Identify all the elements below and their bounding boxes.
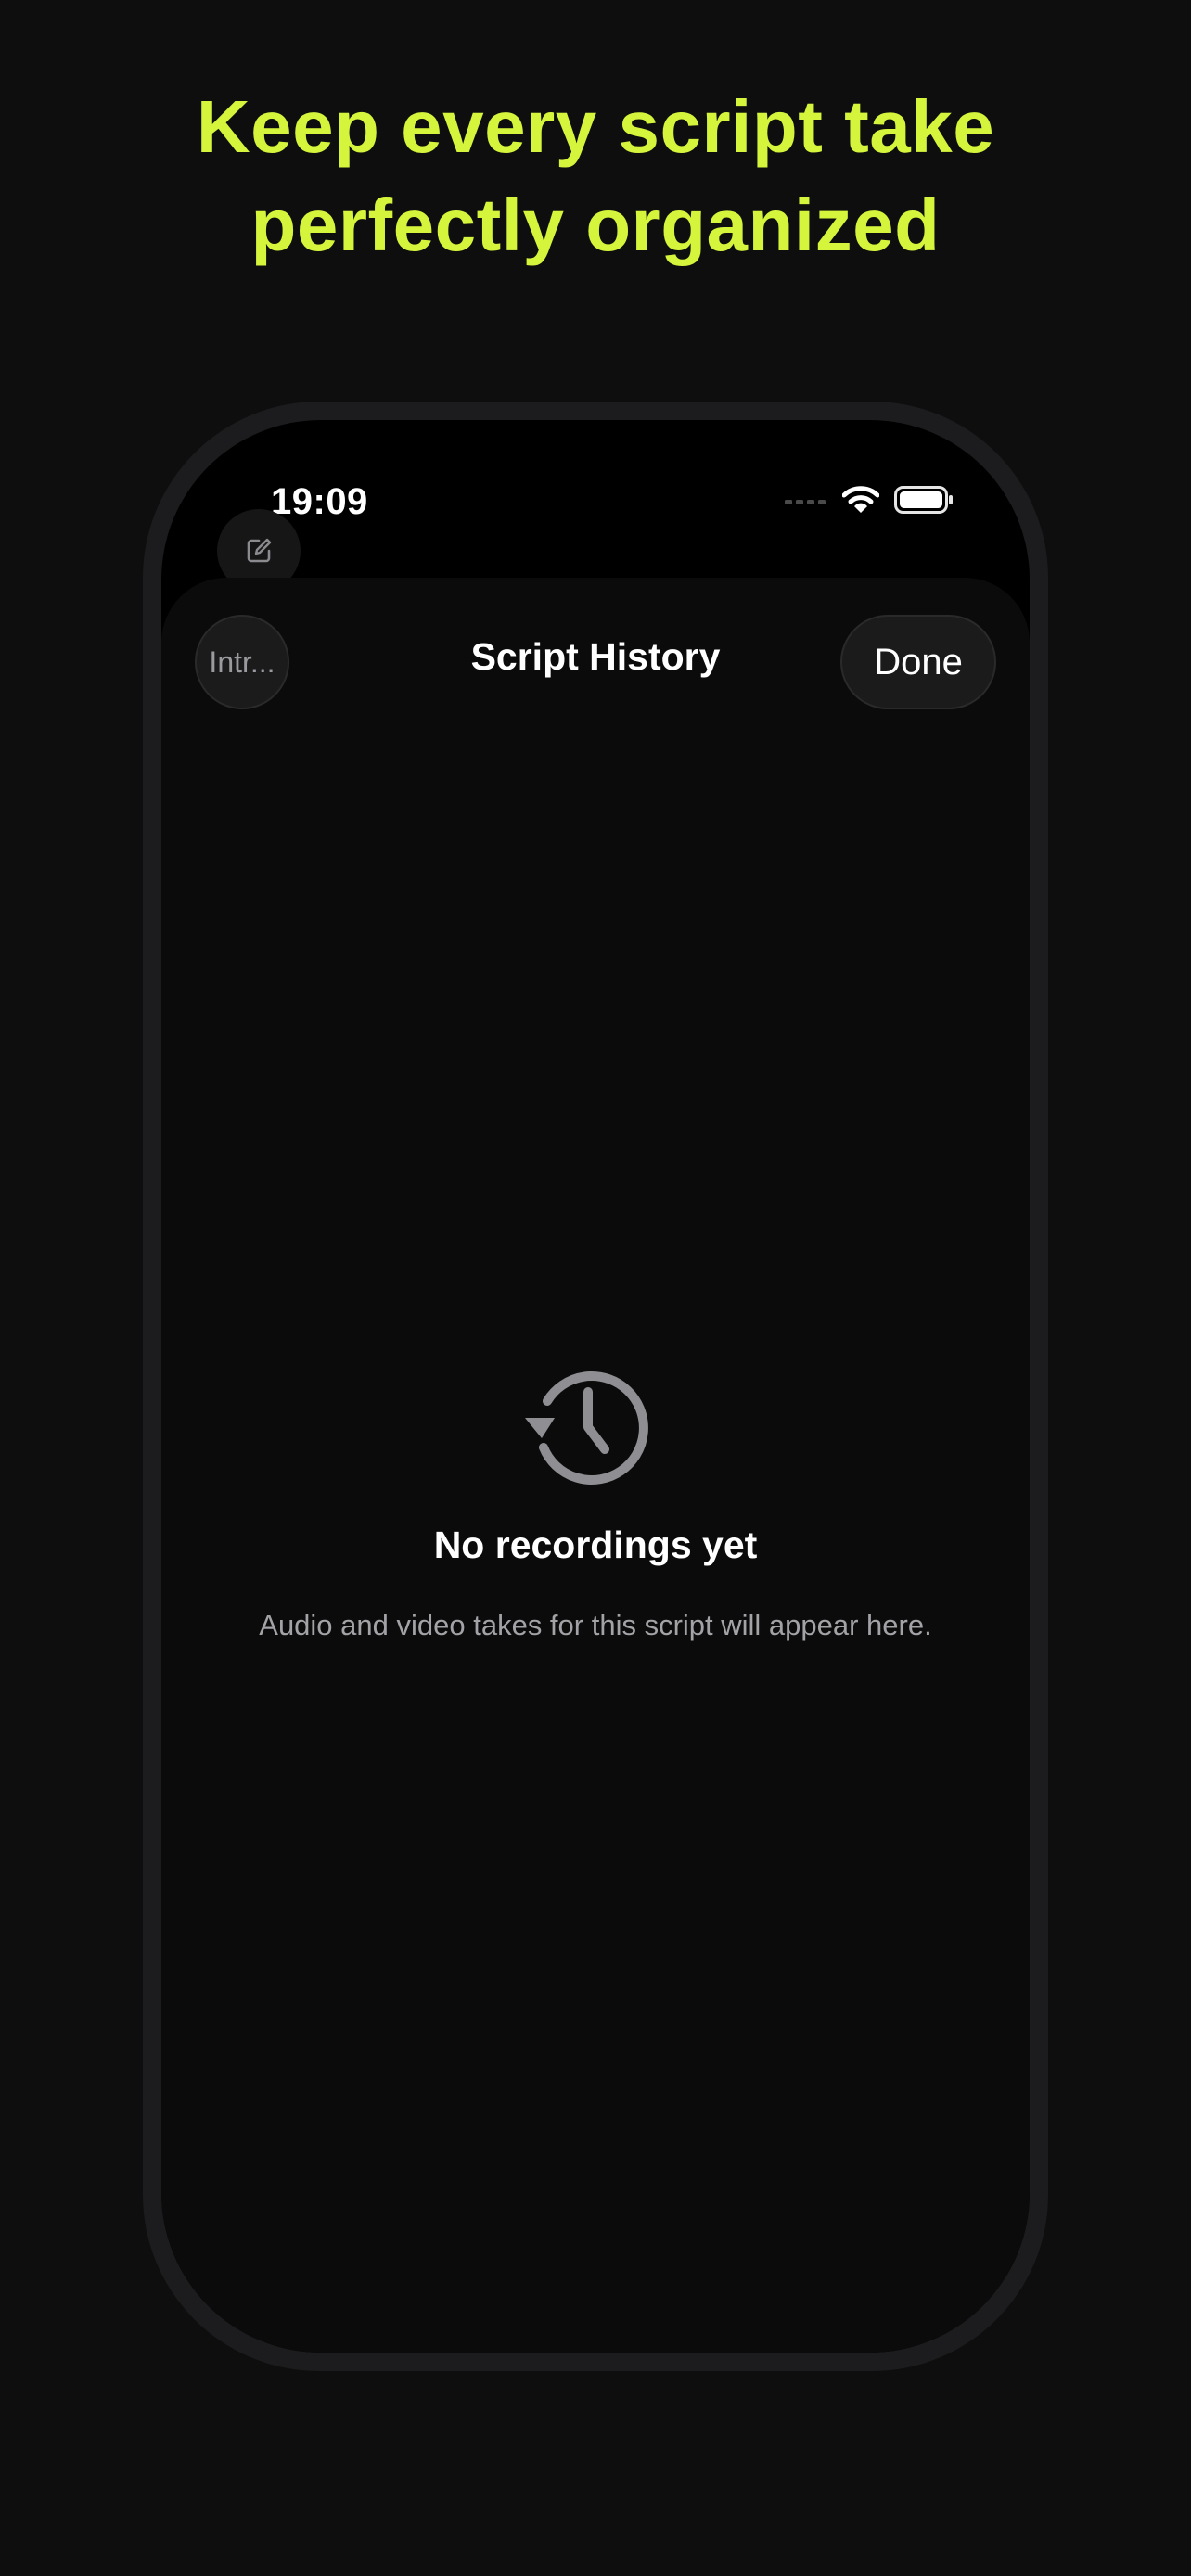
script-history-sheet: Intr... Script History Done No recording… [161, 578, 1030, 2353]
status-icons [785, 481, 954, 518]
compose-icon [247, 538, 272, 563]
phone-frame: 19:09 Intr... Script History Done No rec… [143, 402, 1048, 2371]
battery-icon [894, 486, 953, 514]
done-button[interactable]: Done [840, 615, 996, 709]
status-time: 19:09 [271, 481, 368, 522]
promo-headline: Keep every script take perfectly organiz… [0, 78, 1191, 274]
wifi-icon [842, 486, 879, 513]
history-icon [525, 1371, 648, 1485]
empty-state-subtitle: Audio and video takes for this script wi… [259, 1609, 932, 1641]
promo-headline-line-1: Keep every script take [196, 85, 995, 168]
app-store-screenshot: Keep every script take perfectly organiz… [0, 0, 1191, 2576]
promo-headline-line-2: perfectly organized [250, 184, 941, 266]
phone-screen: 19:09 Intr... Script History Done No rec… [161, 420, 1030, 2353]
empty-state-title: No recordings yet [433, 1524, 758, 1566]
signal-icon [785, 500, 826, 504]
